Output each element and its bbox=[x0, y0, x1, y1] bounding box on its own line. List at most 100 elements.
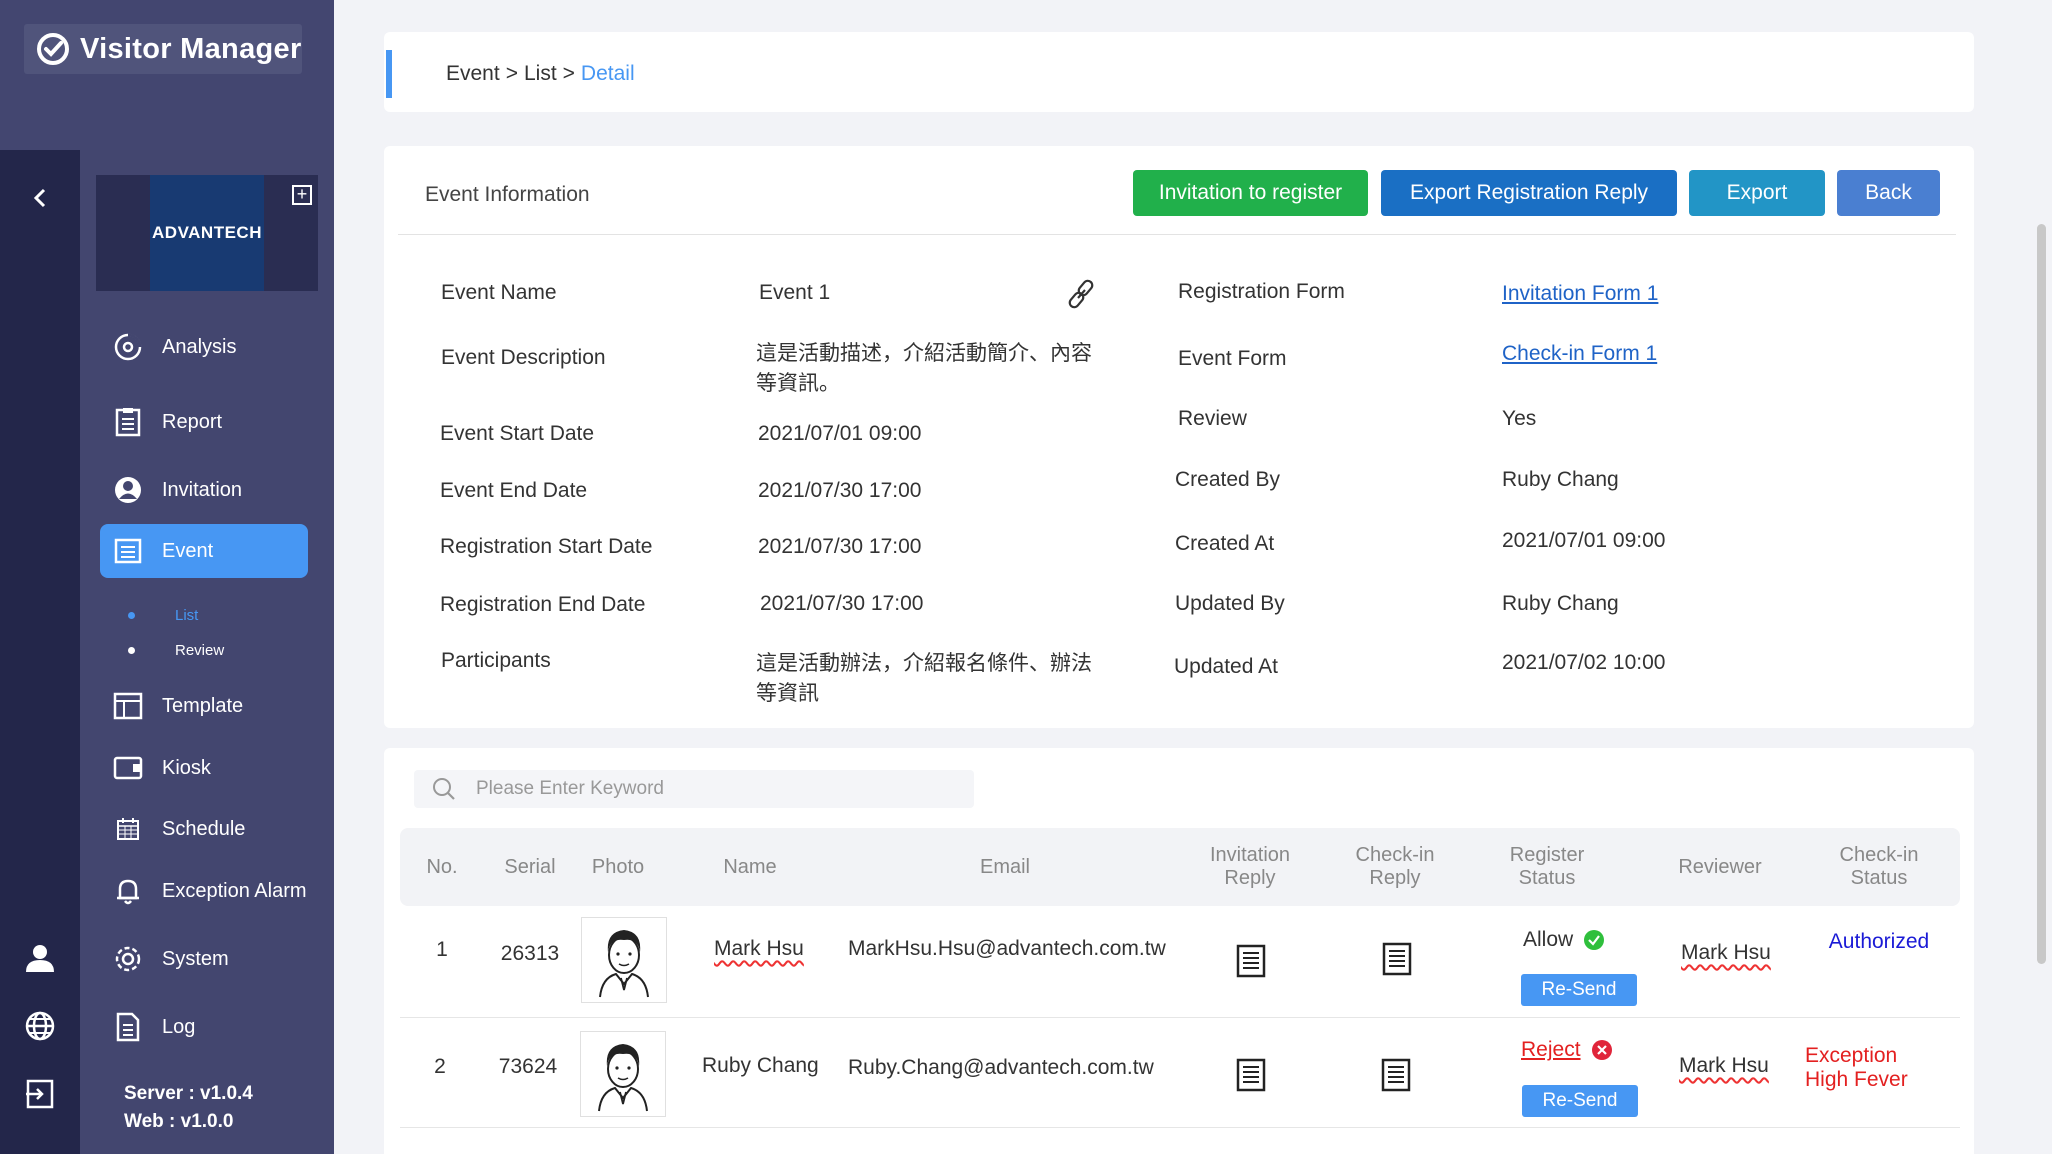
search-input[interactable] bbox=[476, 778, 956, 800]
event-form-link[interactable]: Check-in Form 1 bbox=[1502, 342, 1657, 366]
export-registration-reply-button[interactable]: Export Registration Reply bbox=[1381, 170, 1677, 216]
sidebar-subitem-list[interactable]: List bbox=[128, 607, 198, 624]
column-header-checkin-status: Check-in Status bbox=[1814, 828, 1944, 906]
header-line: Register bbox=[1509, 844, 1585, 866]
app-logo[interactable]: Visitor Manager bbox=[24, 24, 302, 74]
updated-at-value: 2021/07/02 10:00 bbox=[1502, 651, 1666, 674]
sidebar-item-label: Report bbox=[162, 410, 223, 433]
checkin-status: Exception High Fever bbox=[1805, 1044, 1915, 1092]
sidebar-item-schedule[interactable]: Schedule bbox=[100, 802, 308, 856]
column-header-no[interactable]: No. bbox=[410, 828, 474, 906]
resend-button[interactable]: Re-Send bbox=[1522, 1085, 1638, 1117]
column-header-reviewer[interactable]: Reviewer bbox=[1660, 828, 1780, 906]
x-circle-icon bbox=[1591, 1040, 1612, 1060]
event-description-line: 這是活動描述，介紹活動簡介、內容 bbox=[756, 342, 1092, 365]
event-description-value: 這是活動描述，介紹活動簡介、內容 等資訊。 bbox=[756, 339, 1092, 399]
event-description-label: Event Description bbox=[441, 346, 606, 369]
header-line: Invitation bbox=[1209, 844, 1291, 866]
sidebar-item-label: Log bbox=[162, 1015, 196, 1038]
column-header-serial[interactable]: Serial bbox=[482, 828, 578, 906]
bullet-icon bbox=[128, 647, 135, 654]
column-header-register-status: Register Status bbox=[1487, 828, 1607, 906]
person-avatar-icon bbox=[598, 1044, 648, 1112]
review-value: Yes bbox=[1502, 407, 1537, 430]
table-row[interactable]: 2 73624 Ruby Chang Ruby.Chang@advantech.… bbox=[400, 1018, 1960, 1128]
logout-icon bbox=[26, 1079, 54, 1109]
avatar[interactable] bbox=[581, 917, 667, 1003]
invitation-reply-document-icon[interactable] bbox=[1236, 1058, 1266, 1092]
language-button[interactable] bbox=[0, 996, 80, 1056]
cell-name: Mark Hsu bbox=[714, 937, 804, 961]
participants-line: 這是活動辦法，介紹報名條件、辦法 bbox=[756, 652, 1092, 675]
visitor-manager-logo-icon bbox=[37, 33, 69, 65]
sidebar-item-system[interactable]: System bbox=[100, 932, 308, 986]
sidebar-item-label: Invitation bbox=[162, 478, 243, 501]
breadcrumb-event[interactable]: Event bbox=[446, 62, 500, 86]
cell-name: Ruby Chang bbox=[702, 1054, 819, 1077]
gear-icon bbox=[112, 943, 144, 975]
breadcrumb: Event > List > Detail bbox=[446, 62, 635, 86]
sidebar-item-report[interactable]: Report bbox=[100, 395, 308, 449]
registration-start-date-value: 2021/07/30 17:00 bbox=[758, 535, 922, 558]
add-company-icon[interactable]: + bbox=[292, 185, 312, 205]
breadcrumb-accent-bar bbox=[386, 50, 392, 98]
participants-value: 這是活動辦法，介紹報名條件、辦法 等資訊 bbox=[756, 649, 1092, 709]
event-name-label: Event Name bbox=[441, 281, 557, 304]
sidebar-item-template[interactable]: Template bbox=[100, 679, 308, 733]
server-version: Server : v1.0.4 bbox=[124, 1083, 253, 1104]
breadcrumb-list[interactable]: List bbox=[524, 62, 557, 86]
avatar[interactable] bbox=[580, 1031, 666, 1117]
sidebar-item-kiosk[interactable]: Kiosk bbox=[100, 741, 308, 795]
updated-by-label: Updated By bbox=[1175, 592, 1285, 615]
sidebar-item-event[interactable]: Event bbox=[100, 524, 308, 578]
company-logo: ADVANTECH bbox=[150, 175, 264, 291]
sidebar-subitem-review[interactable]: Review bbox=[128, 642, 224, 659]
sidebar-item-exception-alarm[interactable]: Exception Alarm bbox=[100, 864, 308, 918]
divider bbox=[398, 234, 1956, 235]
collapse-sidebar-button[interactable] bbox=[0, 168, 80, 228]
registration-form-link[interactable]: Invitation Form 1 bbox=[1502, 282, 1658, 306]
registration-end-date-label: Registration End Date bbox=[440, 593, 646, 616]
created-by-label: Created By bbox=[1175, 468, 1281, 491]
register-status: Allow bbox=[1523, 928, 1605, 952]
checkin-status-detail: High Fever bbox=[1805, 1068, 1908, 1091]
breadcrumb-current: Detail bbox=[580, 62, 635, 85]
header-line: Check-in bbox=[1839, 844, 1919, 866]
register-status-text[interactable]: Reject bbox=[1521, 1038, 1581, 1062]
invitation-to-register-button[interactable]: Invitation to register bbox=[1133, 170, 1368, 216]
cell-serial: 73624 bbox=[498, 1055, 558, 1078]
event-icon bbox=[112, 535, 144, 567]
breadcrumb-separator: > bbox=[562, 62, 575, 85]
bullet-icon bbox=[128, 612, 135, 619]
scrollbar-thumb[interactable] bbox=[2037, 224, 2046, 964]
event-end-date-label: Event End Date bbox=[440, 479, 588, 502]
page-scrollbar[interactable] bbox=[2032, 0, 2052, 1154]
checkin-reply-document-icon[interactable] bbox=[1381, 1058, 1411, 1092]
created-at-value: 2021/07/01 09:00 bbox=[1502, 529, 1666, 552]
sidebar-subitem-label: List bbox=[175, 607, 199, 624]
sidebar-item-analysis[interactable]: Analysis bbox=[100, 320, 308, 374]
event-form-label: Event Form bbox=[1178, 347, 1287, 370]
created-at-label: Created At bbox=[1175, 532, 1275, 555]
checkin-reply-document-icon[interactable] bbox=[1382, 942, 1412, 976]
sidebar-item-invitation[interactable]: Invitation bbox=[100, 463, 308, 517]
export-button[interactable]: Export bbox=[1689, 170, 1825, 216]
resend-button[interactable]: Re-Send bbox=[1521, 974, 1637, 1006]
cell-no: 1 bbox=[436, 938, 448, 961]
register-status: Reject bbox=[1521, 1038, 1613, 1062]
column-header-email[interactable]: Email bbox=[860, 828, 1150, 906]
kiosk-icon bbox=[112, 752, 144, 784]
logout-button[interactable] bbox=[0, 1064, 80, 1124]
sidebar-item-label: System bbox=[162, 947, 229, 970]
column-header-name[interactable]: Name bbox=[680, 828, 820, 906]
header-line: Status bbox=[1518, 867, 1576, 889]
sidebar-item-log[interactable]: Log bbox=[100, 1000, 308, 1054]
link-icon[interactable] bbox=[1066, 278, 1096, 310]
table-row[interactable]: 1 26313 Mark Hsu MarkHsu.Hsu@advantech.c… bbox=[400, 908, 1960, 1018]
brand-area: Visitor Manager bbox=[0, 0, 334, 150]
back-button[interactable]: Back bbox=[1837, 170, 1940, 216]
column-header-photo: Photo bbox=[591, 855, 645, 878]
user-profile-button[interactable] bbox=[0, 928, 80, 988]
event-start-date-label: Event Start Date bbox=[440, 422, 595, 445]
invitation-reply-document-icon[interactable] bbox=[1236, 944, 1266, 978]
